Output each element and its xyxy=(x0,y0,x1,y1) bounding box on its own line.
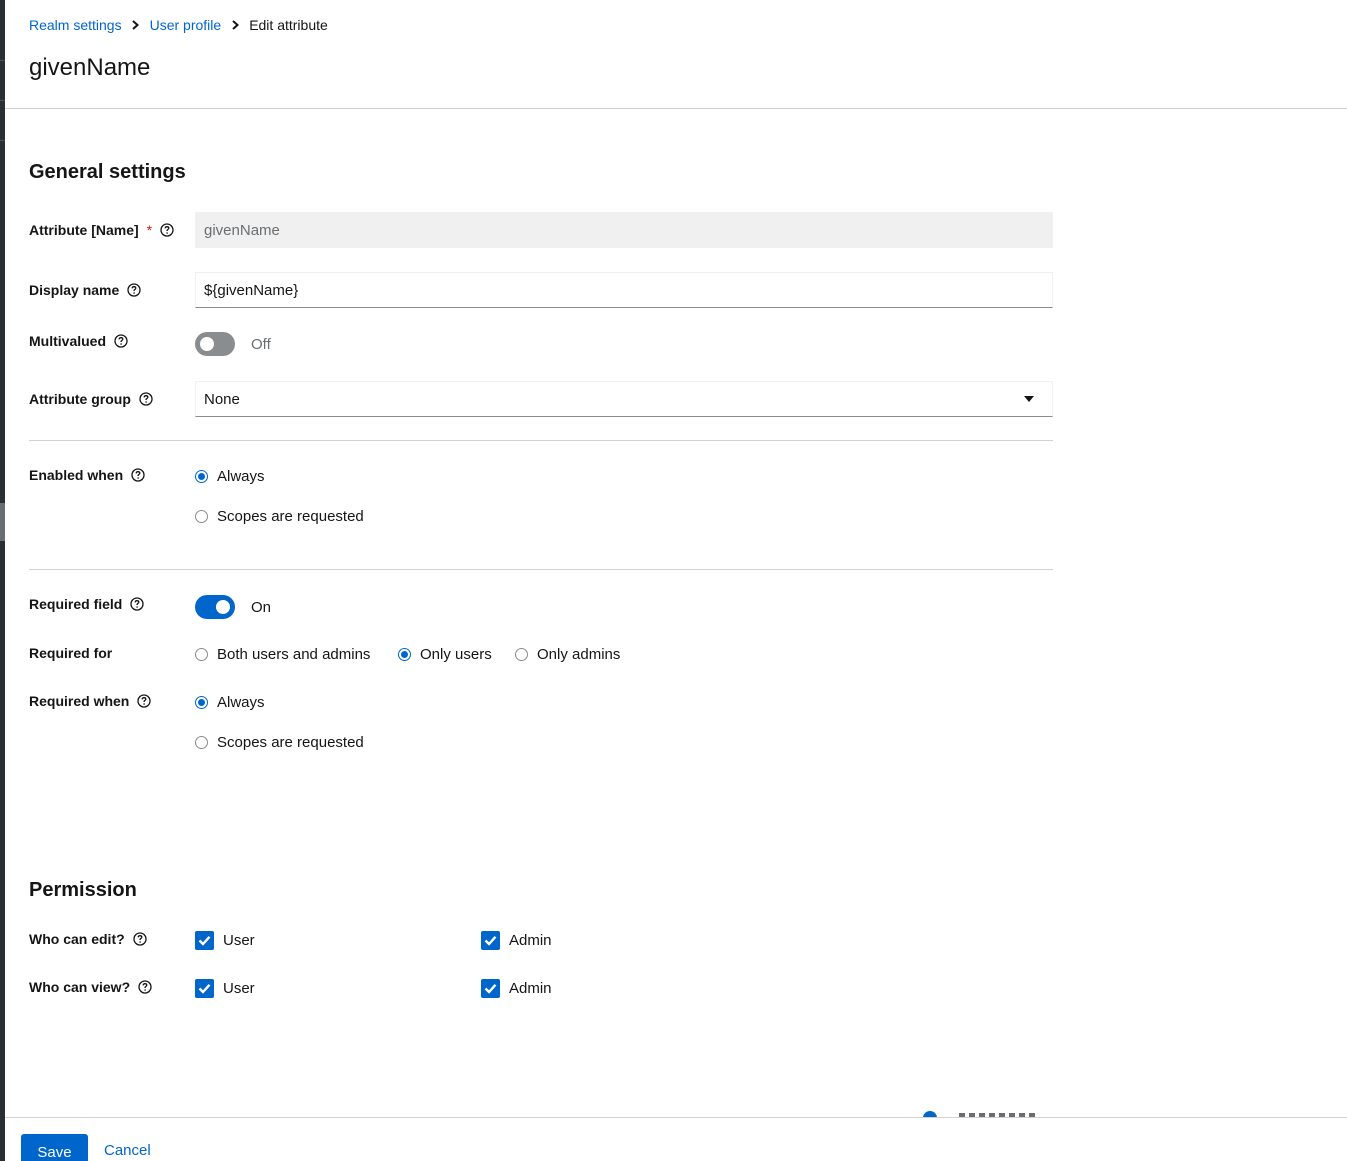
multivalued-switch[interactable]: Off xyxy=(195,332,271,356)
required-field-state: On xyxy=(251,598,272,616)
radio-dot[interactable] xyxy=(195,470,208,483)
breadcrumb-user-profile[interactable]: User profile xyxy=(150,17,222,33)
radio-dot[interactable] xyxy=(195,736,208,749)
enabled-when-always-radio[interactable]: Always xyxy=(195,468,265,485)
required-when-always-label: Always xyxy=(217,694,265,711)
required-for-admins-label: Only admins xyxy=(537,646,621,663)
help-icon[interactable] xyxy=(137,694,152,708)
cancel-button[interactable]: Cancel xyxy=(104,1142,151,1159)
edit-admin-checkbox[interactable]: Admin xyxy=(481,931,552,950)
switch-track[interactable] xyxy=(195,595,235,619)
attribute-group-select[interactable]: None xyxy=(195,381,1053,417)
view-admin-label: Admin xyxy=(509,980,552,997)
help-icon[interactable] xyxy=(130,597,145,611)
checkmark-icon[interactable] xyxy=(195,931,214,950)
required-when-scopes-label: Scopes are requested xyxy=(217,734,364,751)
multivalued-state: Off xyxy=(251,335,271,353)
divider xyxy=(29,569,1053,570)
view-user-label: User xyxy=(223,980,255,997)
required-for-both-radio[interactable]: Both users and admins xyxy=(195,646,370,663)
switch-track[interactable] xyxy=(195,332,235,356)
page-header: Realm settings User profile Edit attribu… xyxy=(5,0,1347,109)
divider xyxy=(29,440,1053,441)
form-actions-bar: Save Cancel xyxy=(5,1117,1347,1161)
help-icon[interactable] xyxy=(127,283,141,297)
required-when-scopes-radio[interactable]: Scopes are requested xyxy=(195,734,364,751)
switch-knob xyxy=(200,337,214,351)
enabled-when-scopes-radio[interactable]: Scopes are requested xyxy=(195,508,364,525)
radio-dot[interactable] xyxy=(195,510,208,523)
enabled-when-label-text: Enabled when xyxy=(29,467,124,483)
checkmark-icon[interactable] xyxy=(481,979,500,998)
multivalued-label: Multivalued xyxy=(29,333,128,349)
attribute-name-label: Attribute [Name] * xyxy=(29,222,174,238)
caret-down-icon xyxy=(1024,396,1034,402)
radio-dot[interactable] xyxy=(398,648,411,661)
section-title-general-settings: General settings xyxy=(29,161,186,183)
display-name-label-text: Display name xyxy=(29,282,120,298)
section-title-permission: Permission xyxy=(29,879,137,901)
required-for-both-label: Both users and admins xyxy=(217,646,371,663)
required-field-label-text: Required field xyxy=(29,596,123,612)
breadcrumb: Realm settings User profile Edit attribu… xyxy=(29,17,328,33)
radio-dot[interactable] xyxy=(515,648,528,661)
multivalued-label-text: Multivalued xyxy=(29,333,107,349)
page-content: Realm settings User profile Edit attribu… xyxy=(5,0,1347,1161)
required-for-label: Required for xyxy=(29,645,112,661)
who-can-view-label-text: Who can view? xyxy=(29,979,131,995)
help-icon[interactable] xyxy=(139,392,153,406)
radio-dot[interactable] xyxy=(195,696,208,709)
view-user-checkbox[interactable]: User xyxy=(195,979,255,998)
attribute-group-value: None xyxy=(204,390,240,408)
attribute-name-input[interactable]: givenName xyxy=(195,212,1053,248)
required-field-switch[interactable]: On xyxy=(195,595,271,619)
save-button[interactable]: Save xyxy=(21,1134,88,1161)
help-icon[interactable] xyxy=(131,468,145,482)
enabled-when-label: Enabled when xyxy=(29,467,145,483)
checkmark-icon[interactable] xyxy=(481,931,500,950)
help-icon[interactable] xyxy=(114,334,128,348)
chevron-right-icon xyxy=(122,20,150,30)
required-for-label-text: Required for xyxy=(29,645,113,661)
chevron-right-icon xyxy=(221,20,249,30)
required-asterisk: * xyxy=(146,222,153,238)
attribute-group-label: Attribute group xyxy=(29,391,153,407)
help-icon[interactable] xyxy=(160,223,174,237)
breadcrumb-realm-settings[interactable]: Realm settings xyxy=(29,17,122,33)
edit-user-label: User xyxy=(223,932,255,949)
enabled-when-always-label: Always xyxy=(217,468,265,485)
who-can-edit-label: Who can edit? xyxy=(29,931,147,947)
display-name-input[interactable]: ${givenName} xyxy=(195,272,1053,308)
breadcrumb-current: Edit attribute xyxy=(249,17,328,33)
view-admin-checkbox[interactable]: Admin xyxy=(481,979,552,998)
edit-user-checkbox[interactable]: User xyxy=(195,931,255,950)
attribute-name-label-text: Attribute [Name] xyxy=(29,222,139,238)
page-title: givenName xyxy=(29,54,151,81)
required-when-label: Required when xyxy=(29,693,152,709)
help-icon[interactable] xyxy=(133,932,147,946)
required-for-admins-radio[interactable]: Only admins xyxy=(515,646,620,663)
edit-admin-label: Admin xyxy=(509,932,552,949)
display-name-label: Display name xyxy=(29,282,141,298)
required-when-label-text: Required when xyxy=(29,693,130,709)
required-field-label: Required field xyxy=(29,596,145,612)
radio-dot[interactable] xyxy=(195,648,208,661)
switch-knob xyxy=(216,600,230,614)
required-for-users-radio[interactable]: Only users xyxy=(398,646,492,663)
required-for-users-label: Only users xyxy=(420,646,492,663)
enabled-when-scopes-label: Scopes are requested xyxy=(217,508,364,525)
who-can-view-label: Who can view? xyxy=(29,979,152,995)
checkmark-icon[interactable] xyxy=(195,979,214,998)
required-when-always-radio[interactable]: Always xyxy=(195,694,265,711)
help-icon[interactable] xyxy=(138,980,152,994)
who-can-edit-label-text: Who can edit? xyxy=(29,931,125,947)
attribute-group-label-text: Attribute group xyxy=(29,391,131,407)
